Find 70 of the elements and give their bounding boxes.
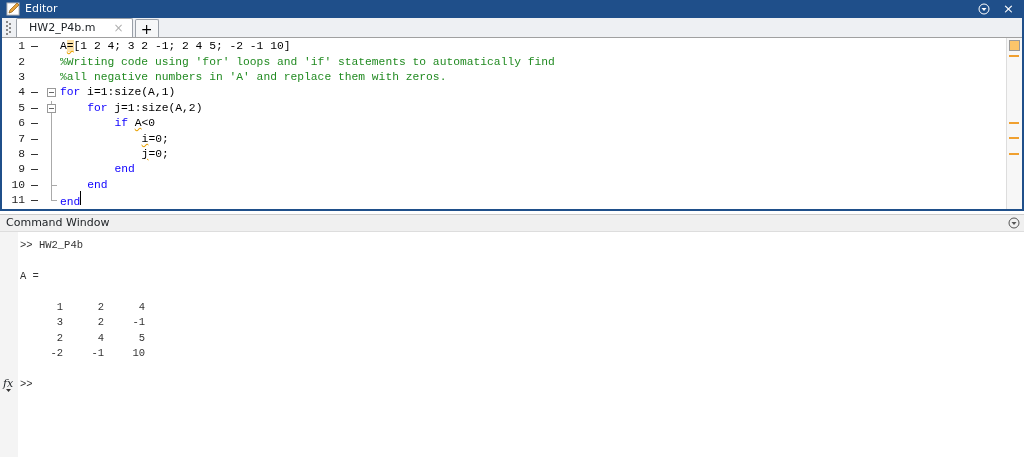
line-number: 8 [17, 146, 25, 162]
matrix-value: -1 [90, 346, 104, 362]
line-number: 2 [17, 54, 25, 70]
window-title: Editor [25, 0, 59, 17]
matrix-value: -2 [49, 346, 63, 362]
output-text: A = [20, 269, 40, 284]
breakpoint-marker[interactable] [30, 92, 38, 94]
line-number: 6 [17, 116, 25, 132]
panel-title: Command Window [6, 214, 110, 231]
fold-toggle[interactable] [47, 103, 56, 113]
code-keyword: if [114, 117, 128, 130]
matrix-value: 5 [137, 330, 145, 346]
new-tab-button[interactable]: + [134, 19, 159, 37]
code-text: [1 2 4; 3 2 -1; 2 4 5; -2 -1 10] [73, 40, 291, 53]
close-button[interactable]: × [1003, 0, 1014, 19]
breakpoint-marker[interactable] [30, 138, 38, 140]
line-number: 9 [17, 162, 25, 178]
warning-marker[interactable] [1009, 122, 1019, 124]
breakpoint-marker[interactable] [30, 46, 38, 48]
matrix-value: 2 [96, 315, 104, 331]
warning-marker[interactable] [1009, 137, 1019, 140]
code-keyword: end [87, 178, 108, 191]
code-comment: %all negative numbers in 'A' and replace them with zeros. [60, 71, 447, 83]
warning-marker[interactable] [1009, 152, 1019, 155]
matrix-value: 2 [55, 330, 63, 346]
matrix-value: 4 [137, 299, 145, 315]
pencil-icon [6, 2, 20, 16]
code-warning: = [66, 40, 74, 53]
line-number: 7 [17, 131, 25, 147]
code-text: i=1:size(A,1) [87, 86, 176, 99]
matrix-value: -1 [131, 315, 145, 331]
editor-tab[interactable]: HW2_P4b.m × [16, 18, 133, 37]
line-number: 1 [17, 39, 25, 55]
code-text: A [60, 40, 67, 53]
matrix-value: 3 [55, 315, 63, 331]
code-comment: %Writing code using 'for' loops and 'if' statements to automatically find [60, 55, 555, 68]
matrix-value: 2 [96, 299, 104, 315]
line-number: 3 [17, 70, 25, 85]
matrix-value: 10 [131, 346, 145, 362]
matrix-value: 1 [55, 299, 63, 315]
breakpoint-marker[interactable] [30, 107, 38, 109]
code-keyword: end [114, 163, 135, 176]
code-warning: i [141, 132, 149, 145]
command-prompt[interactable]: >> [20, 377, 145, 393]
matrix-value: 4 [96, 330, 104, 346]
warning-marker[interactable] [1009, 55, 1019, 57]
line-number: 10 [10, 177, 25, 193]
code-keyword: for [87, 101, 108, 114]
dropdown-icon[interactable] [1008, 217, 1020, 229]
breakpoint-marker[interactable] [30, 123, 38, 125]
code-text: <0 [141, 117, 156, 130]
code-keyword: end [60, 195, 81, 208]
code-warning: j [141, 147, 149, 160]
line-number: 11 [10, 193, 25, 209]
code-text: j=1:size(A,2) [114, 101, 203, 114]
caret-icon [5, 388, 11, 392]
breakpoint-marker[interactable] [30, 169, 38, 171]
breakpoint-marker[interactable] [30, 153, 38, 155]
command-line: >> HW2_P4b [20, 238, 84, 253]
fold-toggle[interactable] [47, 88, 56, 98]
breakpoint-marker[interactable] [30, 184, 38, 186]
code-text: =0; [148, 132, 169, 145]
line-number: 4 [17, 85, 25, 101]
breakpoint-marker[interactable] [30, 200, 38, 202]
code-keyword: for [60, 86, 81, 99]
function-browser-button[interactable]: fx [3, 378, 14, 392]
grip-icon [6, 20, 11, 35]
code-text: =0; [148, 147, 169, 160]
line-number: 5 [17, 100, 25, 116]
code-warning: A [134, 117, 142, 130]
